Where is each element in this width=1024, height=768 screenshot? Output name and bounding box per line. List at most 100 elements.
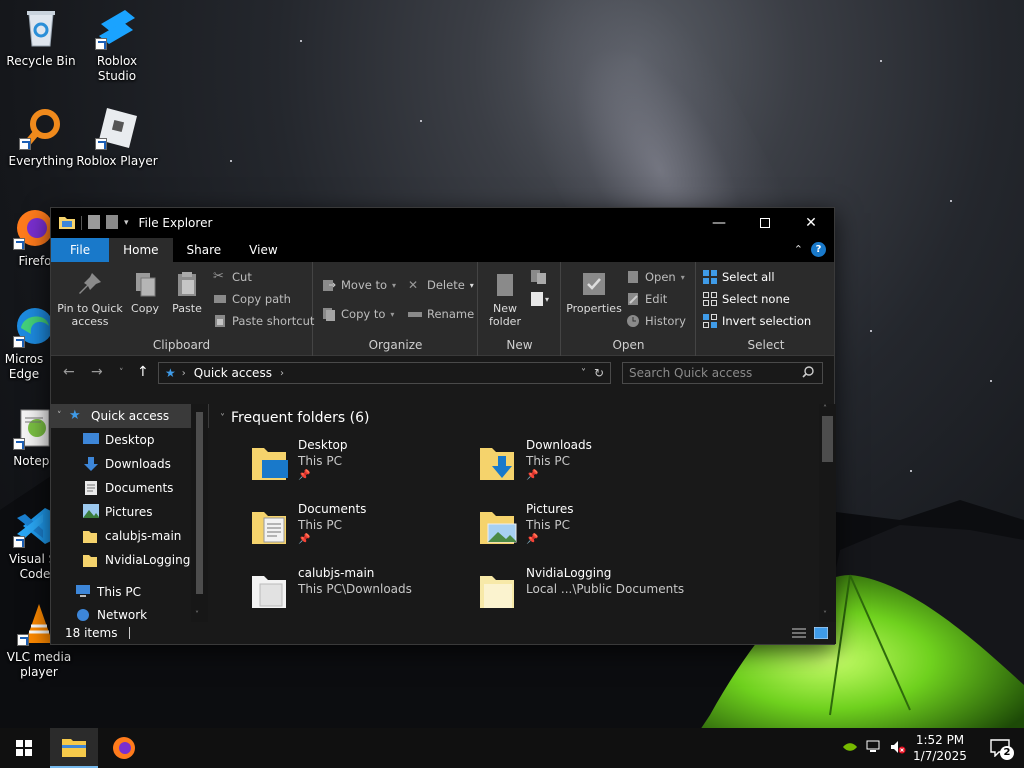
star-icon: ★ bbox=[69, 408, 81, 423]
nav-scrollbar[interactable]: ˅ bbox=[191, 404, 208, 624]
folder-tile-calubjs-main[interactable]: calubjs-main This PC\Downloads bbox=[250, 566, 470, 622]
pin-icon: 📌 bbox=[298, 470, 311, 481]
qat-dropdown-icon[interactable]: ▾ bbox=[124, 218, 129, 228]
copy-to-button[interactable]: Copy to ▾ bbox=[322, 307, 394, 321]
folder-tile-downloads[interactable]: Downloads This PC 📌 bbox=[478, 438, 698, 494]
move-to-button[interactable]: Move to ▾ bbox=[322, 278, 396, 292]
tab-file[interactable]: File bbox=[51, 238, 110, 262]
nav-item-desktop[interactable]: Desktop 📌 bbox=[51, 428, 209, 452]
breadcrumb-quick-access[interactable]: Quick access bbox=[194, 366, 272, 380]
nav-scroll-thumb[interactable] bbox=[196, 412, 203, 594]
magnifier-icon bbox=[19, 106, 63, 150]
folder-icon bbox=[83, 528, 99, 544]
close-button[interactable]: ✕ bbox=[788, 208, 834, 238]
folder-tile-desktop[interactable]: Desktop This PC 📌 bbox=[250, 438, 470, 494]
taskbar-clock[interactable]: 1:52 PM 1/7/2025 bbox=[905, 732, 975, 764]
collapse-ribbon-icon[interactable]: ⌃ bbox=[794, 243, 803, 256]
easy-access-icon[interactable]: ▾ bbox=[531, 292, 549, 306]
scroll-up-icon[interactable]: ˄ bbox=[823, 404, 827, 413]
search-icon[interactable] bbox=[802, 366, 814, 381]
paste-icon bbox=[173, 270, 201, 298]
folder-tile-nvidialogging[interactable]: NvidiaLogging Local ...\Public Documents bbox=[478, 566, 698, 622]
windows-logo-icon bbox=[16, 740, 32, 756]
large-icons-view-icon[interactable] bbox=[813, 626, 829, 642]
roblox-studio-icon bbox=[95, 6, 139, 50]
network-status-icon[interactable] bbox=[862, 740, 886, 757]
invert-selection-button[interactable]: Invert selection bbox=[703, 314, 811, 328]
navigation-pane: ˅ ★ Quick access Desktop 📌 Downloads 📌 D… bbox=[51, 404, 209, 624]
address-dropdown-icon[interactable]: ˅ bbox=[581, 368, 586, 379]
frequent-folders-header[interactable]: ˅ Frequent folders (6) bbox=[220, 410, 370, 426]
expand-chevron-icon[interactable]: ˅ bbox=[57, 411, 69, 421]
desktop-icon-everything[interactable]: Everything bbox=[0, 106, 82, 169]
refresh-icon[interactable]: ↻ bbox=[594, 366, 604, 380]
history-button[interactable]: History bbox=[626, 314, 686, 328]
properties-qat-icon[interactable] bbox=[88, 214, 100, 232]
new-item-icon[interactable] bbox=[531, 270, 547, 287]
minimize-button[interactable]: — bbox=[696, 208, 742, 238]
desktop-icon-recycle-bin[interactable]: Recycle Bin bbox=[0, 6, 82, 69]
organize-group: Move to ▾ Copy to ▾ ✕ Delete ▾ Rename Or… bbox=[314, 262, 478, 356]
delete-button[interactable]: ✕ Delete ▾ bbox=[408, 278, 474, 292]
content-scroll-thumb[interactable] bbox=[822, 416, 833, 462]
notification-center-button[interactable]: 2 bbox=[976, 728, 1024, 768]
desktop-icon-roblox-player[interactable]: Roblox Player bbox=[76, 106, 158, 169]
back-arrow-icon[interactable]: ← bbox=[63, 364, 75, 380]
paste-button[interactable]: Paste bbox=[167, 270, 207, 315]
taskbar-firefox[interactable] bbox=[100, 728, 148, 768]
properties-button[interactable]: Properties bbox=[566, 270, 622, 315]
nav-item-downloads[interactable]: Downloads 📌 bbox=[51, 452, 209, 476]
copy-path-button[interactable]: Copy path bbox=[213, 292, 291, 306]
folder-icon bbox=[250, 570, 290, 610]
content-scrollbar[interactable]: ˄ ˅ bbox=[819, 404, 836, 624]
help-icon[interactable]: ? bbox=[811, 242, 826, 257]
open-button[interactable]: Open ▾ bbox=[626, 270, 685, 284]
nav-item-pictures[interactable]: Pictures 📌 bbox=[51, 500, 209, 524]
details-view-icon[interactable] bbox=[792, 627, 806, 642]
tab-home[interactable]: Home bbox=[109, 238, 173, 262]
scroll-down-icon[interactable]: ˅ bbox=[823, 610, 827, 619]
pin-icon: 📌 bbox=[526, 534, 539, 545]
cut-button[interactable]: ✂ Cut bbox=[213, 270, 252, 285]
forward-arrow-icon[interactable]: → bbox=[91, 364, 103, 380]
edit-button[interactable]: Edit bbox=[626, 292, 667, 306]
select-none-button[interactable]: Select none bbox=[703, 292, 790, 306]
address-box[interactable]: ★ › Quick access › ˅ ↻ bbox=[158, 362, 611, 384]
rename-button[interactable]: Rename bbox=[408, 307, 474, 321]
folder-tile-documents[interactable]: Documents This PC 📌 bbox=[250, 502, 470, 558]
nav-item-nvidialogging[interactable]: NvidiaLogging bbox=[51, 548, 209, 572]
computer-icon bbox=[75, 584, 91, 600]
maximize-button[interactable] bbox=[742, 208, 788, 238]
address-bar-row: ← → ˅ ↑ ★ › Quick access › ˅ ↻ Search Qu… bbox=[51, 356, 834, 390]
nvidia-icon[interactable] bbox=[838, 741, 862, 755]
copy-button[interactable]: Copy bbox=[127, 270, 163, 315]
paste-shortcut-button[interactable]: Paste shortcut bbox=[213, 314, 314, 328]
network-icon bbox=[75, 608, 91, 622]
select-all-button[interactable]: Select all bbox=[703, 270, 775, 284]
search-input[interactable]: Search Quick access bbox=[622, 362, 823, 384]
nav-quick-access[interactable]: ˅ ★ Quick access bbox=[51, 404, 209, 428]
copy-icon bbox=[131, 270, 159, 298]
tab-share[interactable]: Share bbox=[173, 238, 236, 262]
nav-network[interactable]: Network bbox=[51, 608, 209, 622]
up-arrow-icon[interactable]: ↑ bbox=[137, 364, 149, 380]
new-folder-button[interactable]: New folder bbox=[483, 270, 527, 328]
new-folder-icon bbox=[491, 270, 519, 298]
taskbar-file-explorer[interactable] bbox=[50, 728, 98, 768]
ribbon: Pin to Quick access Copy Paste ✂ Cut Cop… bbox=[51, 262, 834, 356]
scroll-down-icon[interactable]: ˅ bbox=[195, 610, 199, 619]
nav-this-pc[interactable]: This PC bbox=[51, 580, 209, 604]
recent-locations-icon[interactable]: ˅ bbox=[119, 368, 124, 378]
desktop-icon-roblox-studio[interactable]: Roblox Studio bbox=[76, 6, 158, 84]
pin-quick-access-button[interactable]: Pin to Quick access bbox=[57, 270, 123, 328]
nav-item-calubjs-main[interactable]: calubjs-main bbox=[51, 524, 209, 548]
start-button[interactable] bbox=[0, 728, 48, 768]
collapse-chevron-icon[interactable]: ˅ bbox=[220, 413, 225, 424]
nav-item-documents[interactable]: Documents 📌 bbox=[51, 476, 209, 500]
new-folder-qat-icon[interactable] bbox=[106, 214, 118, 232]
tab-view[interactable]: View bbox=[235, 238, 291, 262]
edit-icon bbox=[626, 292, 640, 306]
title-bar[interactable]: ▾ File Explorer — ✕ bbox=[51, 208, 834, 238]
folder-tile-pictures[interactable]: Pictures This PC 📌 bbox=[478, 502, 698, 558]
properties-check-icon bbox=[580, 270, 608, 298]
